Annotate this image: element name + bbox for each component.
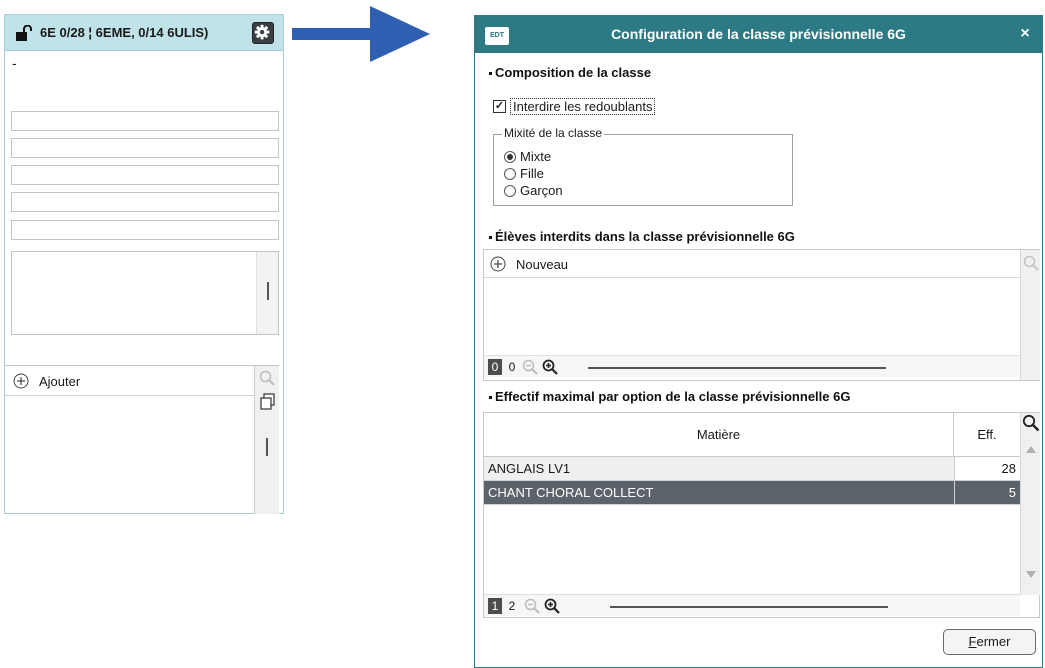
eleves-pager: 0 0 — [484, 355, 1020, 377]
settings-button[interactable] — [252, 22, 274, 44]
arrow-right-icon — [292, 6, 430, 62]
left-textarea[interactable] — [11, 251, 279, 335]
left-list: Ajouter — [5, 365, 279, 514]
scroll-up-arrow-icon[interactable] — [1026, 445, 1036, 453]
table-pager: 1 2 — [484, 594, 1020, 616]
left-field-2[interactable] — [11, 138, 279, 158]
left-panel-title: 6E 0/28 ¦ 6EME, 0/14 6ULIS) — [40, 25, 209, 40]
zoom-in-icon[interactable] — [542, 359, 558, 375]
forbidden-students-list: Nouveau 0 0 — [483, 249, 1040, 381]
column-header-matiere[interactable]: Matière — [484, 413, 954, 457]
radio-selected-icon[interactable] — [504, 151, 516, 163]
add-label[interactable]: Ajouter — [39, 374, 80, 389]
gear-icon — [254, 24, 270, 40]
dialog-title: Configuration de la classe prévisionnell… — [611, 26, 906, 42]
left-field-4[interactable] — [11, 192, 279, 212]
radio-icon[interactable] — [504, 168, 516, 180]
pager-page-1[interactable]: 0 — [488, 359, 502, 375]
search-icon[interactable] — [259, 370, 275, 386]
section-eleves-title: Élèves interdits dans la classe prévisio… — [489, 229, 795, 244]
effectif-table: Matière Eff. ANGLAIS LV1 28 CHANT CHORAL… — [483, 412, 1040, 618]
zoom-out-icon[interactable] — [522, 359, 538, 375]
left-panel-header: 6E 0/28 ¦ 6EME, 0/14 6ULIS) — [5, 15, 283, 51]
new-row[interactable]: Nouveau — [484, 250, 1020, 278]
pager-page-2[interactable]: 2 — [505, 598, 519, 614]
left-panel: 6E 0/28 ¦ 6EME, 0/14 6ULIS) - Ajouter — [4, 14, 284, 514]
section-composition-title: Composition de la classe — [489, 65, 651, 80]
left-field-3[interactable] — [11, 165, 279, 185]
left-panel-dash: - — [12, 55, 17, 71]
search-icon[interactable] — [1023, 255, 1039, 271]
dialog-titlebar: EDT Configuration de la classe prévision… — [475, 16, 1042, 53]
table-header: Matière Eff. — [484, 413, 1020, 457]
cell-matiere[interactable]: CHANT CHORAL COLLECT — [484, 481, 954, 504]
left-field-1[interactable] — [11, 111, 279, 131]
new-label[interactable]: Nouveau — [516, 257, 568, 272]
zoom-out-icon[interactable] — [524, 598, 540, 614]
cell-eff[interactable]: 5 — [954, 481, 1020, 504]
zoom-in-icon[interactable] — [544, 598, 560, 614]
eleves-sidebar — [1020, 250, 1040, 380]
plus-circle-icon[interactable] — [13, 373, 29, 389]
table-row-selected[interactable]: CHANT CHORAL COLLECT 5 — [484, 481, 1020, 505]
cell-matiere[interactable]: ANGLAIS LV1 — [484, 457, 954, 480]
mixite-groupbox: Mixité de la classe Mixte Fille Garçon — [493, 126, 793, 206]
close-button[interactable]: Fermer — [943, 629, 1036, 655]
scroll-thumb[interactable] — [266, 438, 268, 456]
cell-eff[interactable]: 28 — [954, 457, 1020, 480]
config-dialog: EDT Configuration de la classe prévision… — [474, 15, 1043, 668]
column-header-eff[interactable]: Eff. — [954, 413, 1020, 457]
left-field-5[interactable] — [11, 220, 279, 240]
plus-circle-icon[interactable] — [490, 256, 506, 272]
radio-icon[interactable] — [504, 185, 516, 197]
left-textarea-scrollbar[interactable] — [256, 252, 278, 334]
search-icon[interactable] — [1022, 414, 1040, 432]
add-row[interactable]: Ajouter — [5, 366, 254, 396]
scroll-down-arrow-icon[interactable] — [1026, 571, 1036, 579]
table-row[interactable]: ANGLAIS LV1 28 — [484, 457, 1020, 481]
left-list-sidebar — [254, 366, 279, 514]
pager-page-1[interactable]: 1 — [488, 598, 502, 614]
checkbox-checked[interactable]: ✓ — [493, 100, 506, 113]
section-effectif-title: Effectif maximal par option de la classe… — [489, 389, 850, 404]
mixite-legend: Mixité de la classe — [502, 126, 605, 140]
unlock-icon[interactable] — [15, 25, 33, 41]
table-scrollbar[interactable] — [1020, 413, 1040, 595]
pager-slider[interactable] — [610, 606, 888, 608]
pager-page-2[interactable]: 0 — [505, 359, 519, 375]
pager-slider[interactable] — [588, 367, 886, 369]
checkbox-label[interactable]: Interdire les redoublants — [510, 98, 656, 115]
scroll-thumb[interactable] — [267, 282, 269, 300]
close-icon[interactable]: × — [1015, 24, 1035, 44]
copy-icon[interactable] — [259, 393, 277, 411]
